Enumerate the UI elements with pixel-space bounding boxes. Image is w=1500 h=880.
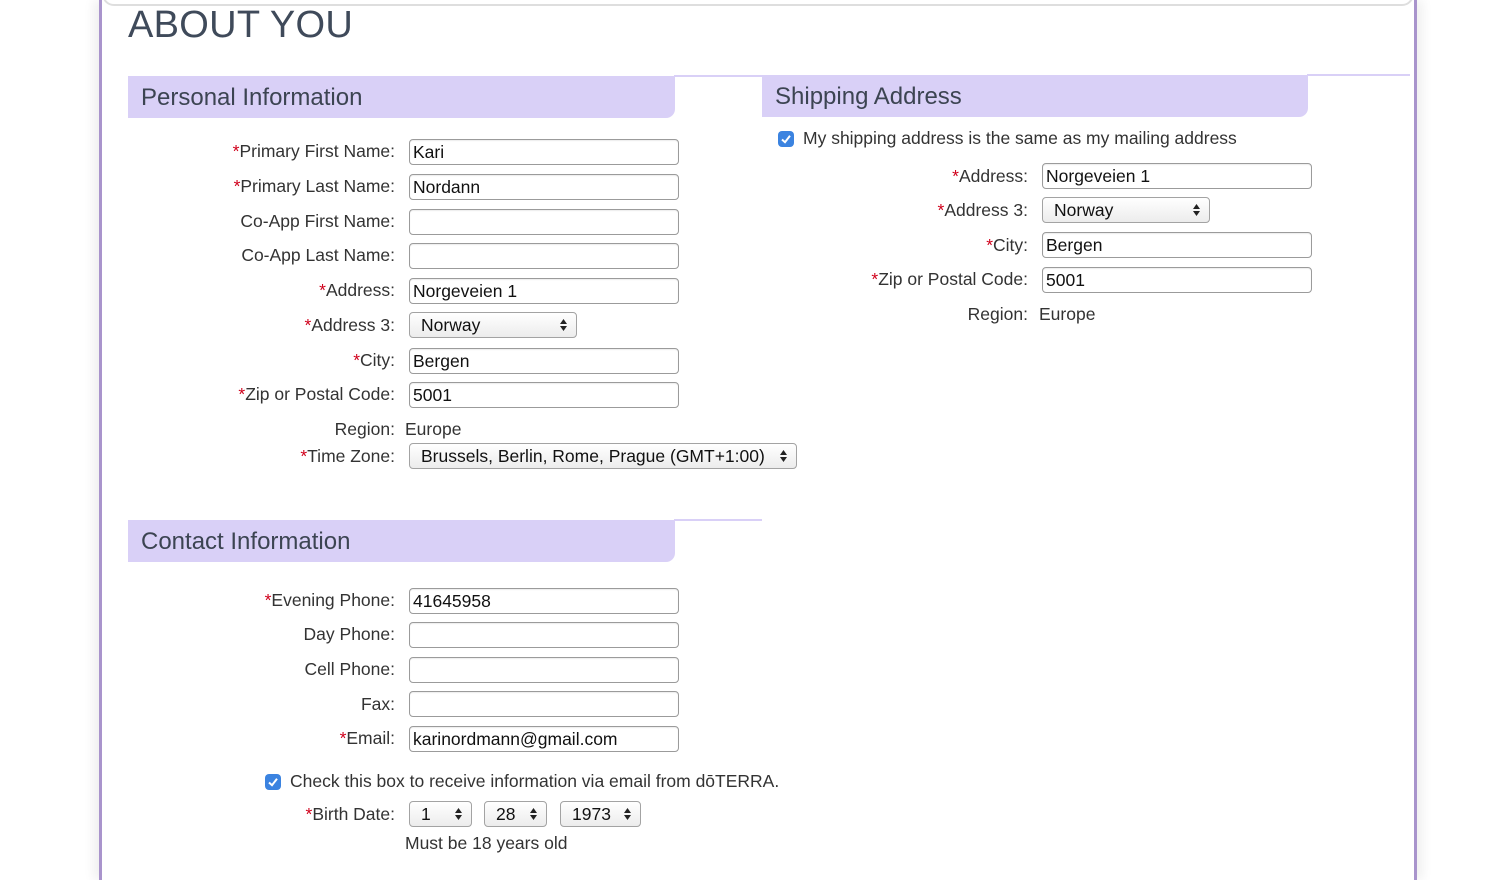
zip-label: *Zip or Postal Code: xyxy=(238,384,395,404)
email-optin-label: Check this box to receive information vi… xyxy=(290,771,780,791)
first-name-label: *Primary First Name: xyxy=(232,141,395,161)
header-rule xyxy=(674,75,762,77)
shipping-header: Shipping Address xyxy=(762,75,1308,117)
address3-select[interactable]: Norway xyxy=(409,312,577,338)
up-down-arrows-icon xyxy=(530,808,537,820)
coapp-last-name-input[interactable] xyxy=(409,243,679,269)
email-input[interactable] xyxy=(409,726,679,752)
fax-label: Fax: xyxy=(360,694,395,714)
ship-address-label: *Address: xyxy=(952,166,1028,186)
same-as-mailing-label: My shipping address is the same as my ma… xyxy=(803,128,1237,148)
ship-zip-input[interactable] xyxy=(1042,267,1312,293)
cell-phone-input[interactable] xyxy=(409,657,679,683)
first-name-input[interactable] xyxy=(409,139,679,165)
personal-info-header: Personal Information xyxy=(128,76,675,118)
fax-input[interactable] xyxy=(409,691,679,717)
region-label: Region: xyxy=(334,419,395,439)
birth-year-select[interactable]: 1973 xyxy=(560,801,641,827)
address-input[interactable] xyxy=(409,278,679,304)
region-value: Europe xyxy=(405,419,462,439)
coapp-first-name-label: Co-App First Name: xyxy=(240,211,395,231)
up-down-arrows-icon xyxy=(780,450,787,462)
header-rule xyxy=(1307,74,1410,76)
ship-address3-label: *Address 3: xyxy=(937,200,1028,220)
timezone-select[interactable]: Brussels, Berlin, Rome, Prague (GMT+1:00… xyxy=(409,443,797,469)
up-down-arrows-icon xyxy=(624,808,631,820)
ship-region-label: Region: xyxy=(967,304,1028,324)
ship-address-input[interactable] xyxy=(1042,163,1312,189)
ship-region-value: Europe xyxy=(1039,304,1096,324)
zip-input[interactable] xyxy=(409,382,679,408)
ship-address3-select[interactable]: Norway xyxy=(1042,197,1210,223)
last-name-label: *Primary Last Name: xyxy=(233,176,395,196)
contact-info-header: Contact Information xyxy=(128,520,675,562)
city-input[interactable] xyxy=(409,348,679,374)
day-phone-input[interactable] xyxy=(409,622,679,648)
header-rule xyxy=(674,519,762,521)
address-label: *Address: xyxy=(319,280,395,300)
checkmark-icon xyxy=(781,135,791,144)
email-label: *Email: xyxy=(339,728,395,748)
city-label: *City: xyxy=(353,350,395,370)
address3-label: *Address 3: xyxy=(304,315,395,335)
page-title: ABOUT YOU xyxy=(128,4,354,46)
up-down-arrows-icon xyxy=(560,319,567,331)
same-as-mailing-checkbox[interactable] xyxy=(778,131,794,147)
birth-month-select[interactable]: 1 xyxy=(409,801,472,827)
birth-day-select[interactable]: 28 xyxy=(484,801,547,827)
day-phone-label: Day Phone: xyxy=(303,624,395,644)
up-down-arrows-icon xyxy=(1193,204,1200,216)
birth-date-label: *Birth Date: xyxy=(305,804,396,824)
ship-city-input[interactable] xyxy=(1042,232,1312,258)
timezone-label: *Time Zone: xyxy=(300,446,395,466)
birth-date-note: Must be 18 years old xyxy=(405,833,568,853)
email-optin-checkbox[interactable] xyxy=(265,774,281,790)
ship-zip-label: *Zip or Postal Code: xyxy=(871,269,1028,289)
last-name-input[interactable] xyxy=(409,174,679,200)
evening-phone-label: *Evening Phone: xyxy=(264,590,395,610)
cell-phone-label: Cell Phone: xyxy=(304,659,395,679)
checkmark-icon xyxy=(268,778,278,787)
coapp-last-name-label: Co-App Last Name: xyxy=(241,245,395,265)
up-down-arrows-icon xyxy=(455,808,462,820)
evening-phone-input[interactable] xyxy=(409,588,679,614)
ship-city-label: *City: xyxy=(986,235,1028,255)
coapp-first-name-input[interactable] xyxy=(409,209,679,235)
